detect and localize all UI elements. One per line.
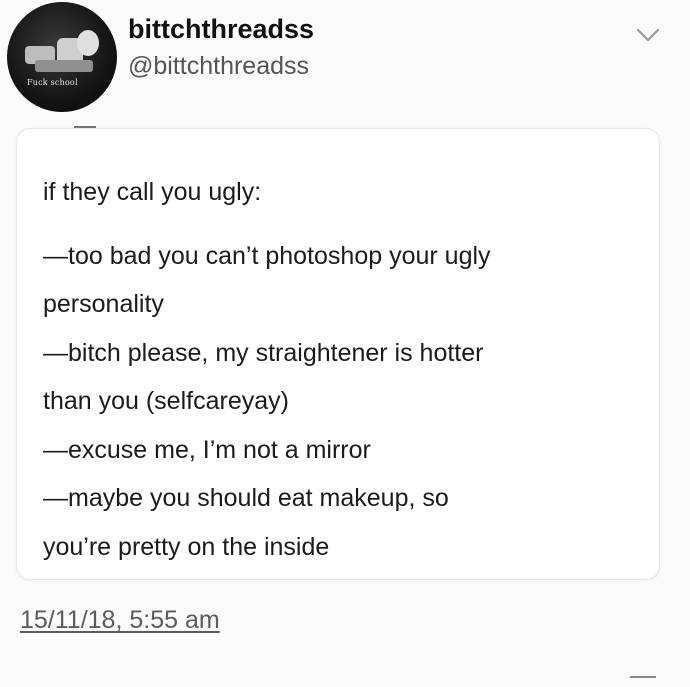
tweet-post: Fuck school bittchthreadss @bittchthread…	[0, 0, 690, 687]
tweet-text-line: if they call you ugly:	[43, 178, 262, 206]
avatar[interactable]: Fuck school	[7, 2, 117, 112]
tweet-text-line: you’re pretty on the inside	[43, 533, 330, 561]
tweet-text-line: —excuse me, I’m not a mirror	[43, 436, 371, 464]
tweet-text-line: —too bad you can’t photoshop your ugly	[43, 242, 491, 270]
avatar-art	[35, 60, 93, 72]
tweet-text-line: personality	[43, 290, 164, 318]
tweet-text-line: than you (selfcareyay)	[43, 387, 289, 415]
tweet-body-card: if they call you ugly: —too bad you can’…	[16, 128, 660, 580]
chevron-down-icon[interactable]	[635, 24, 661, 44]
divider	[630, 676, 656, 678]
avatar-art	[77, 30, 99, 56]
display-name[interactable]: bittchthreadss	[128, 14, 314, 45]
user-handle[interactable]: @bittchthreadss	[128, 52, 309, 81]
avatar-caption: Fuck school	[27, 78, 78, 87]
tweet-text-line: —maybe you should eat makeup, so	[43, 484, 449, 512]
timestamp-link[interactable]: 15/11/18, 5:55 am	[20, 606, 220, 635]
tweet-text-line: —bitch please, my straightener is hotter	[43, 339, 484, 367]
